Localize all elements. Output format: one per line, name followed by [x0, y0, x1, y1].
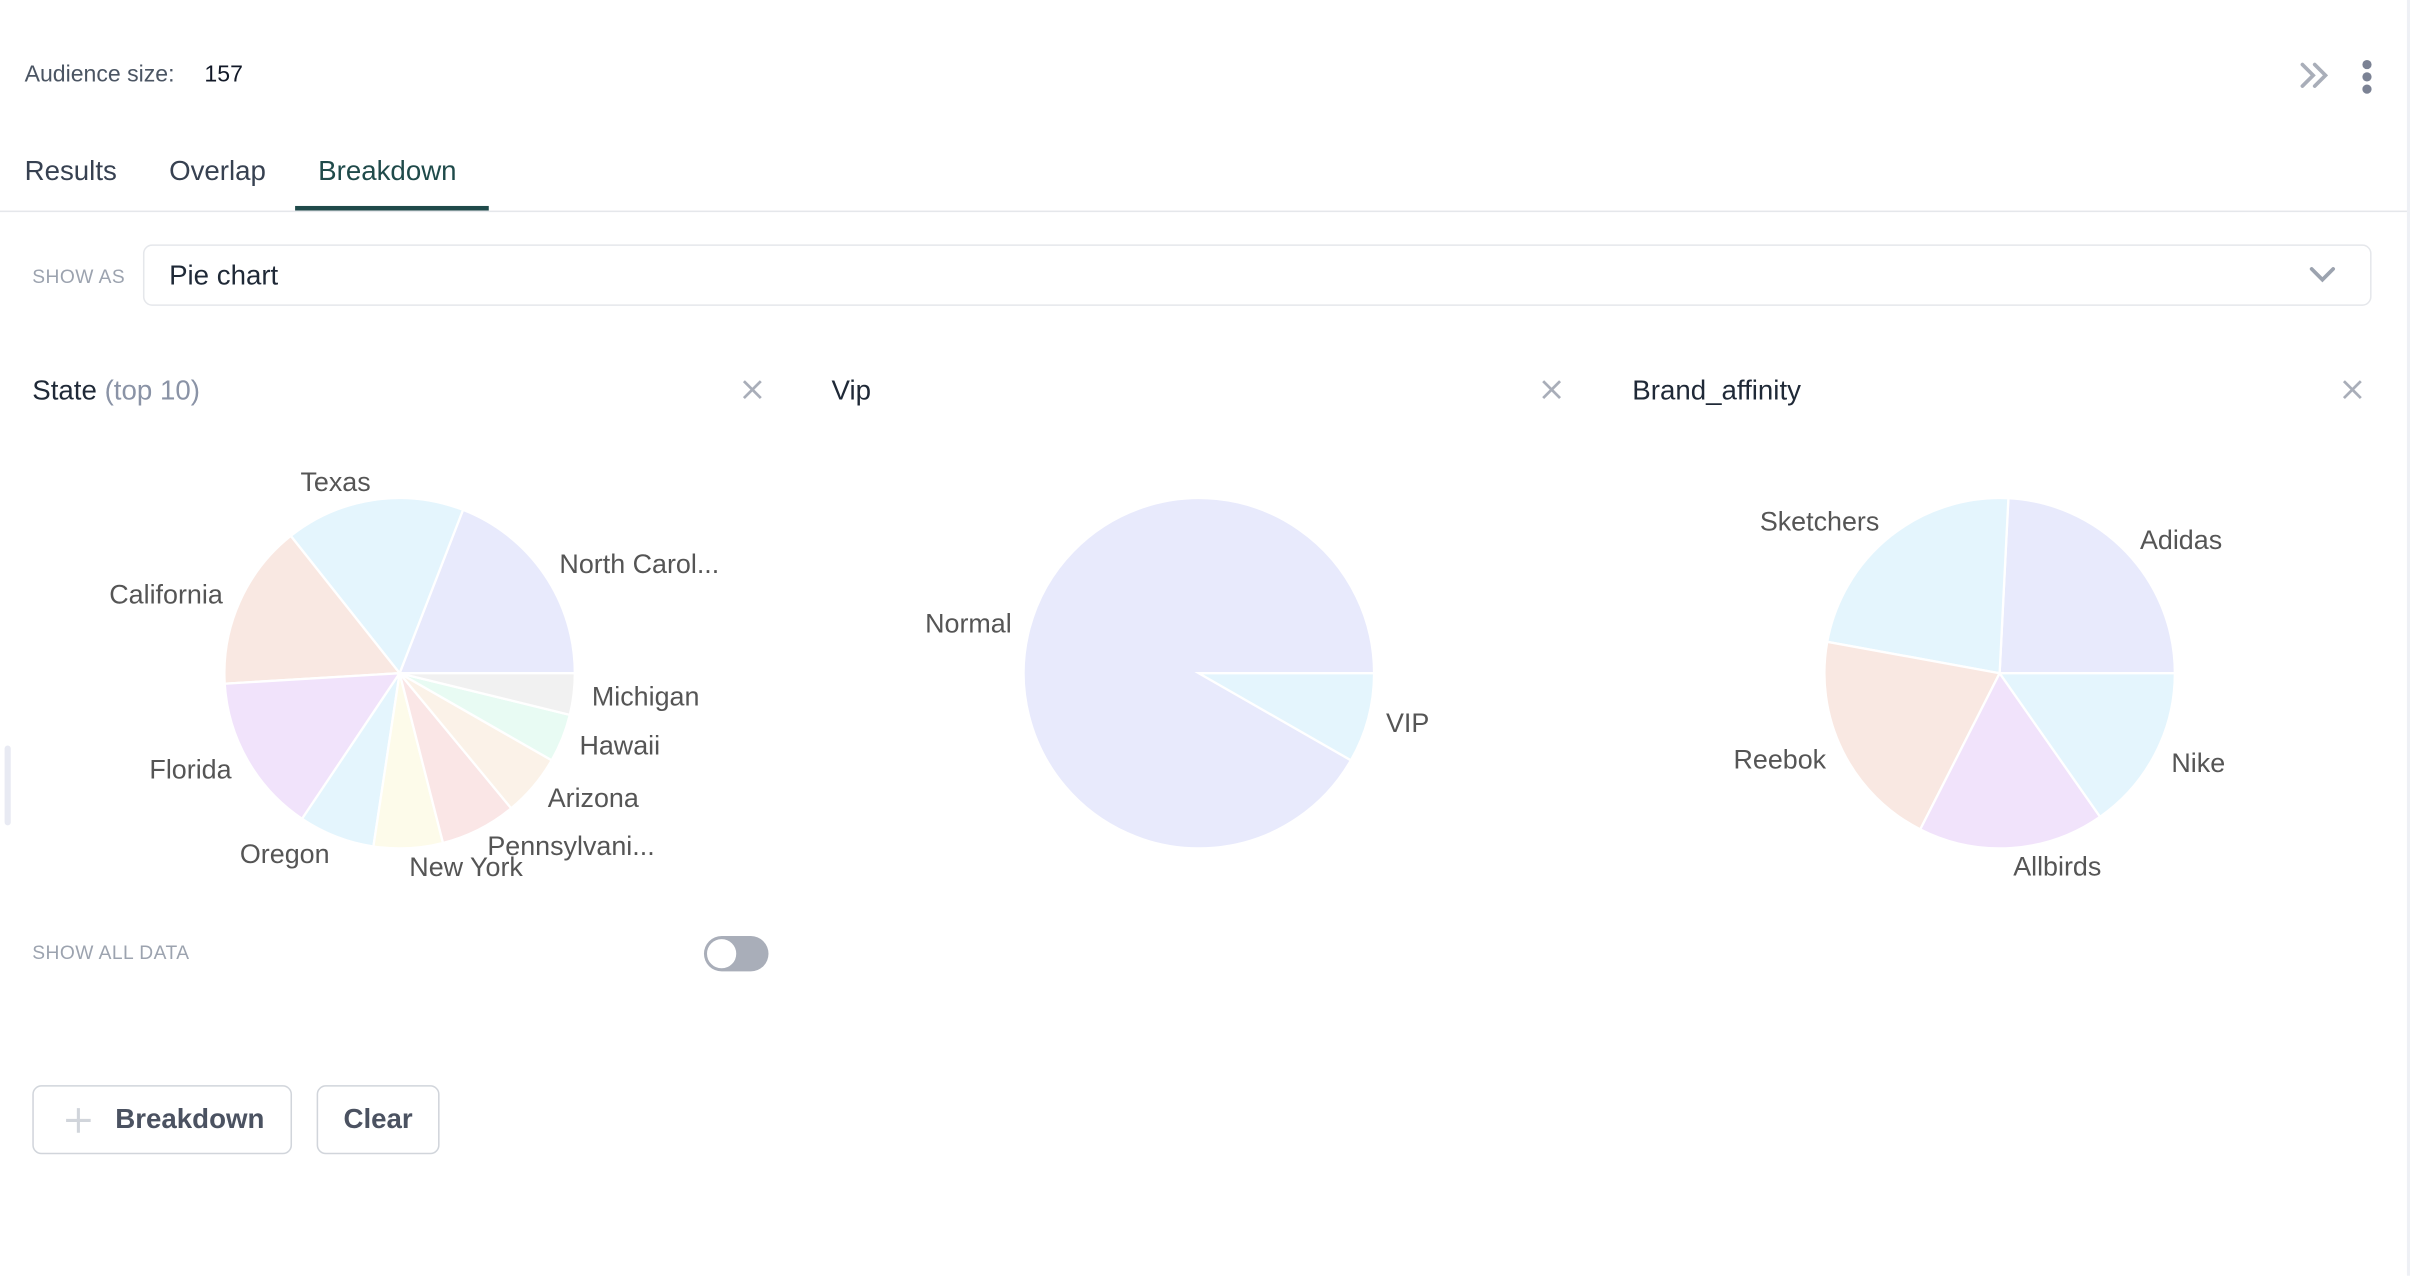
slice-label: Michigan	[592, 682, 700, 712]
slice-label: VIP	[1386, 708, 1429, 738]
slice-label: Florida	[149, 755, 231, 785]
slice-label: North Carol...	[559, 549, 719, 579]
slice-label: Adidas	[2140, 525, 2222, 555]
show-all-data-toggle[interactable]	[703, 936, 769, 972]
add-breakdown-button[interactable]: Breakdown	[32, 1085, 293, 1155]
slice-label: Nike	[2171, 748, 2225, 778]
clear-button[interactable]: Clear	[316, 1085, 440, 1155]
show-all-data-label: SHOW ALL DATA	[32, 942, 190, 964]
slice-label: Hawaii	[579, 730, 660, 760]
slice-label: Oregon	[240, 839, 330, 869]
slice-label: Pennsylvani...	[487, 831, 654, 861]
pie-charts: North Carol... Texas California Florida Oreg…	[109, 467, 2225, 882]
breakdown-view: Audience size: 157 Results Overlap Break…	[0, 0, 2410, 1276]
slice-label: Arizona	[548, 783, 639, 813]
add-breakdown-label: Breakdown	[115, 1103, 265, 1135]
slice-label: California	[109, 579, 223, 609]
slice-label: Allbirds	[2013, 852, 2101, 882]
clear-label: Clear	[343, 1103, 413, 1135]
toggle-knob	[705, 937, 738, 970]
slice-label: Normal	[925, 609, 1012, 639]
slice-label: Texas	[300, 467, 370, 497]
slice-label: Sketchers	[1760, 507, 1880, 537]
slice-label: Reebok	[1733, 744, 1826, 774]
plus-icon	[66, 1107, 91, 1133]
